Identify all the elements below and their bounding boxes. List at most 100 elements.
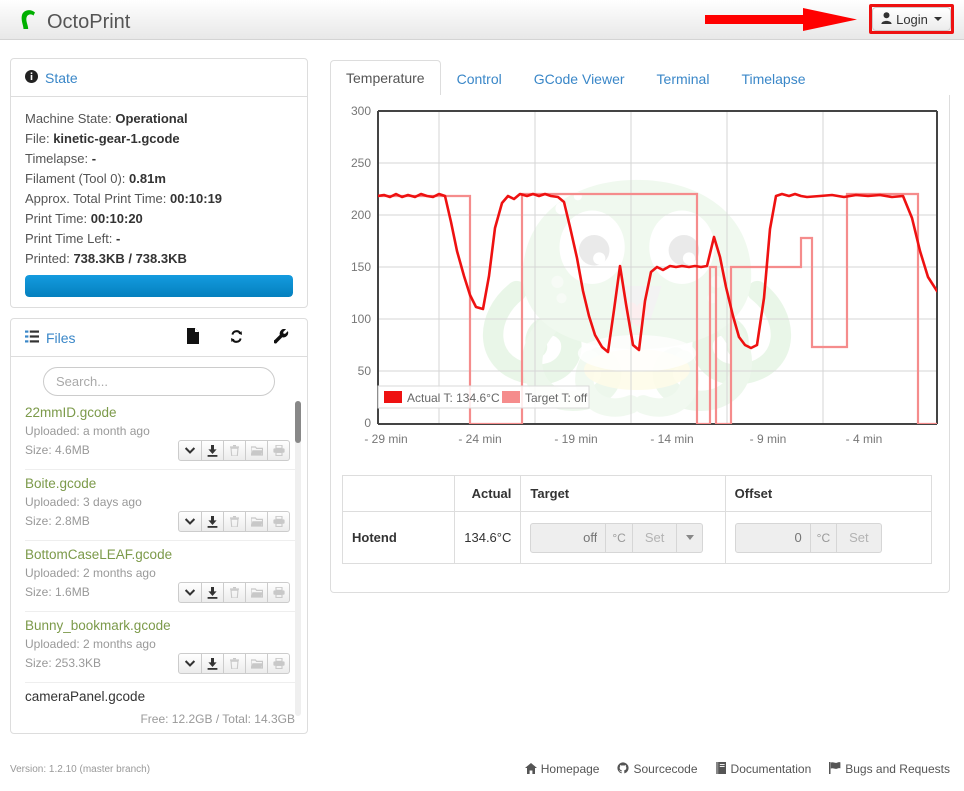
state-row: Machine State: Operational bbox=[25, 109, 293, 129]
footer-link-bugs[interactable]: Bugs and Requests bbox=[829, 762, 950, 776]
files-search-wrap bbox=[11, 357, 307, 402]
brand[interactable]: OctoPrint bbox=[18, 7, 130, 37]
page-footer: Version: 1.2.10 (master branch) Homepage… bbox=[0, 750, 964, 791]
file-uploaded: Uploaded: 3 days ago bbox=[25, 493, 297, 512]
svg-text:250: 250 bbox=[351, 156, 371, 170]
brand-label: OctoPrint bbox=[47, 10, 130, 34]
list-item[interactable]: 22mmID.gcode Uploaded: a month ago Size:… bbox=[25, 399, 297, 470]
print-progress-fill bbox=[25, 275, 293, 297]
print-progress-bar bbox=[25, 275, 293, 297]
file-list-scrollbar-thumb[interactable] bbox=[295, 401, 301, 443]
state-value: 00:10:20 bbox=[91, 211, 143, 226]
tab-bar: Temperature Control GCode Viewer Termina… bbox=[330, 60, 950, 96]
footer-link-sourcecode[interactable]: Sourcecode bbox=[617, 762, 697, 776]
temperature-tab-pane: 300 250 200 150 100 50 0 - 29 min - 24 m… bbox=[330, 95, 950, 593]
state-label: Machine State: bbox=[25, 111, 112, 126]
file-name[interactable]: 22mmID.gcode bbox=[25, 405, 297, 420]
header-target: Target bbox=[521, 476, 725, 512]
footer-link-label: Homepage bbox=[541, 762, 600, 776]
target-presets-dropdown[interactable] bbox=[677, 523, 703, 553]
list-item[interactable]: BottomCaseLEAF.gcode Uploaded: 2 months … bbox=[25, 541, 297, 612]
login-highlight-box: Login bbox=[869, 4, 954, 34]
delete-button[interactable] bbox=[224, 653, 246, 674]
download-button[interactable] bbox=[202, 582, 224, 603]
load-button[interactable] bbox=[246, 653, 268, 674]
expand-details-button[interactable] bbox=[178, 582, 202, 603]
state-value: - bbox=[92, 151, 96, 166]
svg-text:300: 300 bbox=[351, 104, 371, 118]
load-button[interactable] bbox=[246, 440, 268, 461]
file-name[interactable]: Bunny_bookmark.gcode bbox=[25, 618, 297, 633]
svg-text:- 24 min: - 24 min bbox=[458, 432, 501, 446]
search-input[interactable] bbox=[43, 367, 275, 396]
state-list: Machine State: Operational File: kinetic… bbox=[25, 109, 293, 269]
file-list-scrollbar[interactable] bbox=[295, 401, 301, 716]
state-row: Print Time: 00:10:20 bbox=[25, 209, 293, 229]
download-button[interactable] bbox=[202, 511, 224, 532]
expand-details-button[interactable] bbox=[178, 653, 202, 674]
state-value: 738.3KB / 738.3KB bbox=[73, 251, 186, 266]
state-value: kinetic-gear-1.gcode bbox=[53, 131, 179, 146]
offset-temperature-input[interactable] bbox=[735, 523, 811, 553]
expand-details-button[interactable] bbox=[178, 440, 202, 461]
file-action-buttons bbox=[178, 440, 290, 461]
list-item[interactable]: Bunny_bookmark.gcode Uploaded: 2 months … bbox=[25, 612, 297, 683]
target-set-button[interactable]: Set bbox=[633, 523, 678, 553]
load-button[interactable] bbox=[246, 582, 268, 603]
delete-button[interactable] bbox=[224, 440, 246, 461]
offset-unit-label: °C bbox=[811, 523, 837, 553]
print-button[interactable] bbox=[268, 653, 290, 674]
file-name[interactable]: BottomCaseLEAF.gcode bbox=[25, 547, 297, 562]
tab-control[interactable]: Control bbox=[441, 61, 518, 96]
version-label: Version: 1.2.10 (master branch) bbox=[10, 764, 150, 775]
settings-wrench-icon[interactable] bbox=[274, 329, 289, 347]
list-item[interactable]: Boite.gcode Uploaded: 3 days ago Size: 2… bbox=[25, 470, 297, 541]
state-panel-title[interactable]: State bbox=[45, 70, 78, 86]
offset-set-button[interactable]: Set bbox=[837, 523, 882, 553]
file-action-buttons bbox=[178, 582, 290, 603]
book-icon bbox=[716, 762, 727, 776]
download-button[interactable] bbox=[202, 653, 224, 674]
footer-link-label: Sourcecode bbox=[633, 762, 697, 776]
tab-terminal[interactable]: Terminal bbox=[641, 61, 726, 96]
delete-button[interactable] bbox=[224, 582, 246, 603]
footer-link-documentation[interactable]: Documentation bbox=[716, 762, 812, 776]
refresh-icon[interactable] bbox=[229, 329, 244, 347]
user-icon bbox=[881, 12, 892, 27]
temperature-table: Actual Target Offset Hotend 134.6°C °C S… bbox=[342, 475, 932, 564]
load-button[interactable] bbox=[246, 511, 268, 532]
delete-button[interactable] bbox=[224, 511, 246, 532]
disk-usage-label: Free: 12.2GB / Total: 14.3GB bbox=[140, 712, 295, 726]
tab-timelapse[interactable]: Timelapse bbox=[725, 61, 821, 96]
file-list[interactable]: 22mmID.gcode Uploaded: a month ago Size:… bbox=[25, 399, 297, 729]
tab-gcode-viewer[interactable]: GCode Viewer bbox=[518, 61, 641, 96]
state-value: 00:10:19 bbox=[170, 191, 222, 206]
header-name bbox=[343, 476, 455, 512]
download-button[interactable] bbox=[202, 440, 224, 461]
print-button[interactable] bbox=[268, 511, 290, 532]
target-unit-label: °C bbox=[606, 523, 632, 553]
print-button[interactable] bbox=[268, 582, 290, 603]
file-name[interactable]: Boite.gcode bbox=[25, 476, 297, 491]
target-temperature-input[interactable] bbox=[530, 523, 606, 553]
file-name[interactable]: cameraPanel.gcode bbox=[25, 689, 297, 704]
top-navbar: OctoPrint Login bbox=[0, 0, 964, 40]
actual-temperature: 134.6°C bbox=[455, 512, 521, 564]
state-row: Printed: 738.3KB / 738.3KB bbox=[25, 249, 293, 269]
temperature-chart[interactable]: 300 250 200 150 100 50 0 - 29 min - 24 m… bbox=[337, 101, 945, 461]
files-panel-title[interactable]: Files bbox=[46, 330, 76, 346]
temperature-table-body: Hotend 134.6°C °C Set °C Set bbox=[343, 512, 932, 564]
octoprint-logo-icon bbox=[18, 7, 40, 37]
temperature-table-head: Actual Target Offset bbox=[343, 476, 932, 512]
login-button[interactable]: Login bbox=[872, 7, 951, 31]
flag-icon bbox=[829, 762, 841, 776]
annotation-arrow-icon bbox=[705, 6, 857, 34]
upload-file-icon[interactable] bbox=[187, 328, 199, 347]
header-offset: Offset bbox=[725, 476, 931, 512]
tab-temperature[interactable]: Temperature bbox=[330, 60, 441, 96]
chart-legend: Actual T: 134.6°C Target T: off bbox=[378, 386, 589, 408]
footer-links: Homepage Sourcecode Documentation Bugs a… bbox=[525, 762, 950, 776]
print-button[interactable] bbox=[268, 440, 290, 461]
expand-details-button[interactable] bbox=[178, 511, 202, 532]
footer-link-homepage[interactable]: Homepage bbox=[525, 762, 600, 776]
